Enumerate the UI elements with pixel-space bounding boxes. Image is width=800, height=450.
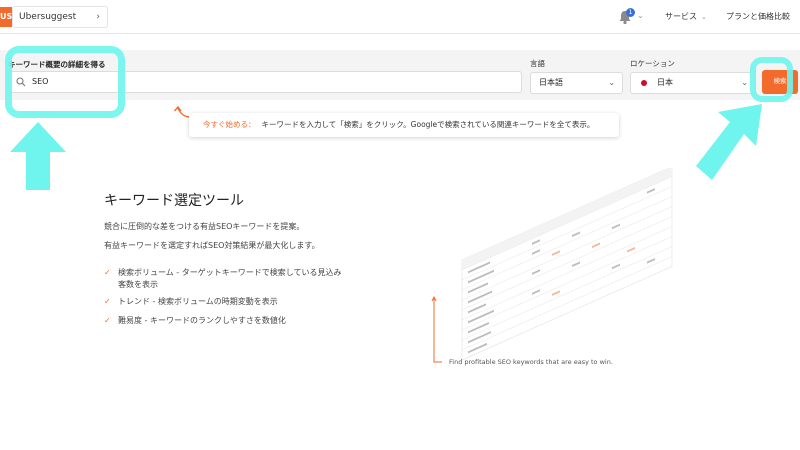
tip-text: キーワードを入力して「検索」をクリック。Googleで検索されている関連キーワー… [261, 120, 595, 129]
hero-description-2: 有益キーワードを選定すればSEO対策結果が最大化します。 [104, 241, 320, 250]
japan-flag-icon [641, 80, 647, 86]
check-icon: ✓ [104, 268, 111, 277]
page: US Ubersuggest › 1 ⌄ サービス ⌄ プランと価格比較 キーワー… [0, 0, 800, 450]
annotation-arrow-up-icon [10, 122, 66, 190]
nav-services-label: サービス [665, 12, 697, 21]
keyword-table-illustration [461, 168, 673, 361]
caption-connector-line [431, 296, 442, 363]
nav-pricing[interactable]: プランと価格比較 [726, 11, 790, 22]
annotation-arrow-diagonal-icon [696, 104, 762, 180]
language-label: 言語 [530, 59, 545, 68]
feature-item: ✓ 検索ボリューム - ターゲットキーワードで検索している見込み 客数を表示 [104, 267, 364, 291]
location-label: ロケーション [630, 59, 675, 68]
project-selector[interactable]: Ubersuggest › [12, 6, 108, 28]
annotation-highlight-keyword-input [5, 46, 125, 118]
feature-text: トレンド - 検索ボリュームの時期変動を表示 [118, 297, 278, 306]
getting-started-tip: 今すぐ始める： キーワードを入力して「検索」をクリック。Googleで検索されてい… [189, 113, 619, 137]
check-icon: ✓ [104, 297, 111, 306]
ubersuggest-logo[interactable]: US [0, 7, 12, 27]
annotation-highlight-search-button [750, 57, 793, 102]
notification-badge: 1 [626, 8, 635, 17]
language-value: 日本語 [539, 78, 563, 87]
language-select[interactable]: 日本語 ⌄ [530, 72, 623, 94]
feature-item: ✓ 難易度 - キーワードのランクしやすさを数値化 [104, 315, 364, 327]
top-bar: US Ubersuggest › 1 ⌄ サービス ⌄ プランと価格比較 [0, 0, 800, 34]
feature-text: 難易度 - キーワードのランクしやすさを数値化 [118, 316, 286, 325]
chevron-right-icon: › [96, 12, 100, 22]
chevron-down-icon: ⌄ [608, 78, 615, 87]
tip-lead: 今すぐ始める： [203, 120, 256, 129]
location-value: 日本 [657, 78, 673, 87]
chevron-down-icon[interactable]: ⌄ [637, 11, 644, 20]
project-name: Ubersuggest [19, 12, 77, 22]
illustration-caption: Find profitable SEO keywords that are ea… [449, 358, 613, 366]
nav-services[interactable]: サービス ⌄ [665, 11, 707, 22]
check-icon: ✓ [104, 316, 111, 325]
hero-title: キーワード選定ツール [104, 193, 244, 209]
hero-description-1: 競合に圧倒的な差をつける有益SEOキーワードを提案。 [104, 222, 305, 231]
feature-item: ✓ トレンド - 検索ボリュームの時期変動を表示 [104, 296, 364, 308]
feature-text: 検索ボリューム - ターゲットキーワードで検索している見込み [118, 268, 342, 277]
location-select[interactable]: 日本 ⌄ [630, 72, 756, 94]
chevron-down-icon: ⌄ [741, 78, 748, 87]
feature-text-cont: 客数を表示 [118, 280, 158, 289]
chevron-down-icon: ⌄ [701, 13, 707, 21]
